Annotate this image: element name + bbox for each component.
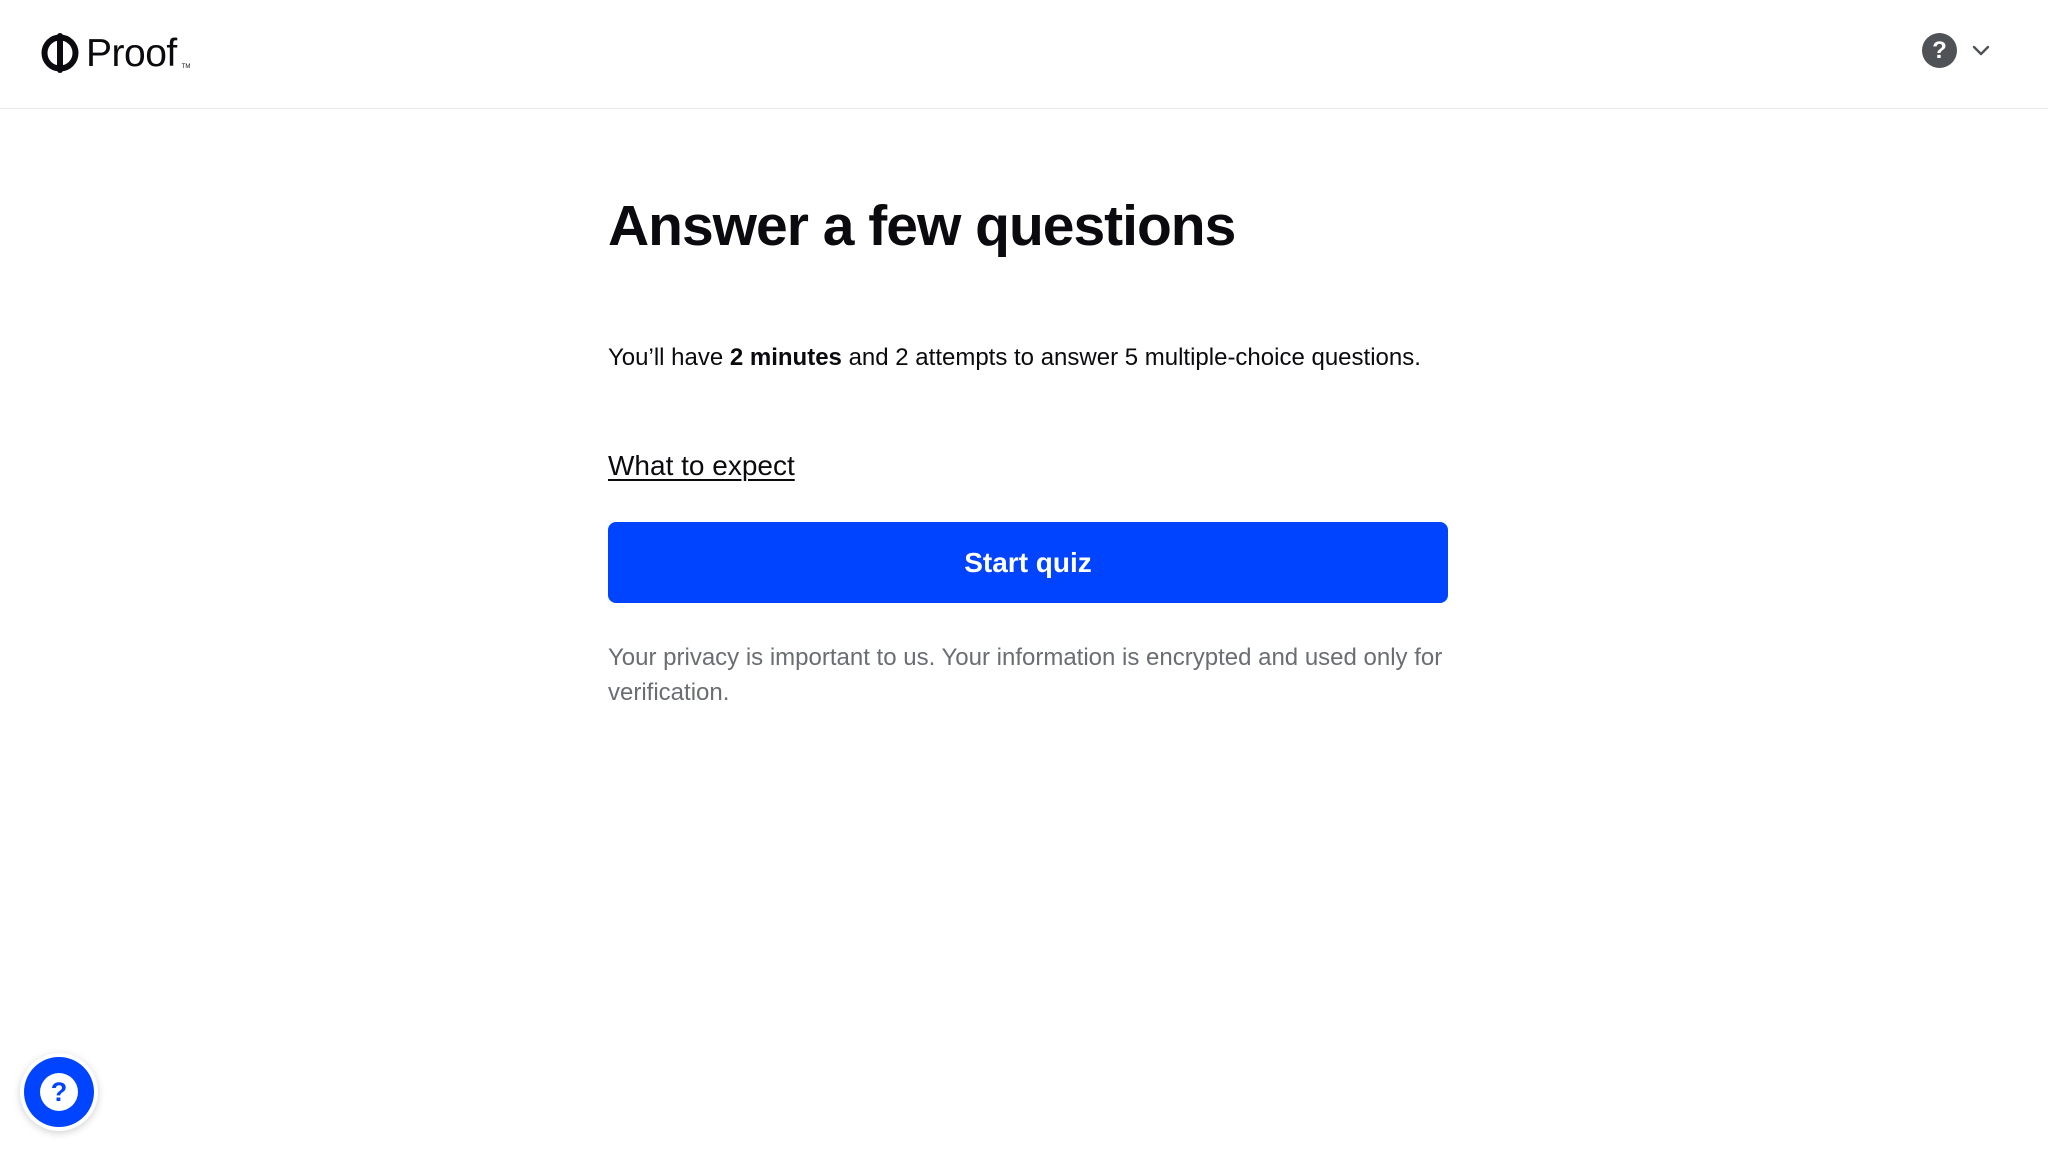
help-menu-toggle[interactable]: ?	[1922, 33, 1991, 68]
quiz-instructions: You’ll have 2 minutes and 2 attempts to …	[608, 340, 1448, 375]
start-quiz-button[interactable]: Start quiz	[608, 522, 1448, 603]
chevron-down-icon	[1972, 45, 1990, 55]
page-title: Answer a few questions	[608, 194, 1236, 258]
instructions-prefix: You’ll have	[608, 344, 730, 371]
instructions-suffix: and 2 attempts to answer 5 multiple-choi…	[841, 344, 1421, 371]
proof-logo[interactable]: Proof TM	[40, 30, 190, 76]
trademark-mark: TM	[181, 64, 191, 70]
logo-wordmark: Proof	[86, 31, 177, 75]
privacy-notice: Your privacy is important to us. Your in…	[608, 644, 1443, 706]
proof-logo-icon	[41, 33, 79, 73]
floating-help-button[interactable]: ?	[20, 1053, 98, 1131]
floating-help-circle: ?	[24, 1057, 94, 1127]
quiz-intro-panel: Answer a few questions You’ll have 2 min…	[608, 190, 1448, 706]
question-circle-icon: ?	[40, 1073, 78, 1111]
top-bar: Proof TM ?	[0, 0, 2048, 109]
what-to-expect-link[interactable]: What to expect	[608, 450, 795, 482]
time-limit: 2 minutes	[729, 344, 842, 371]
question-circle-icon: ?	[1922, 33, 1957, 68]
